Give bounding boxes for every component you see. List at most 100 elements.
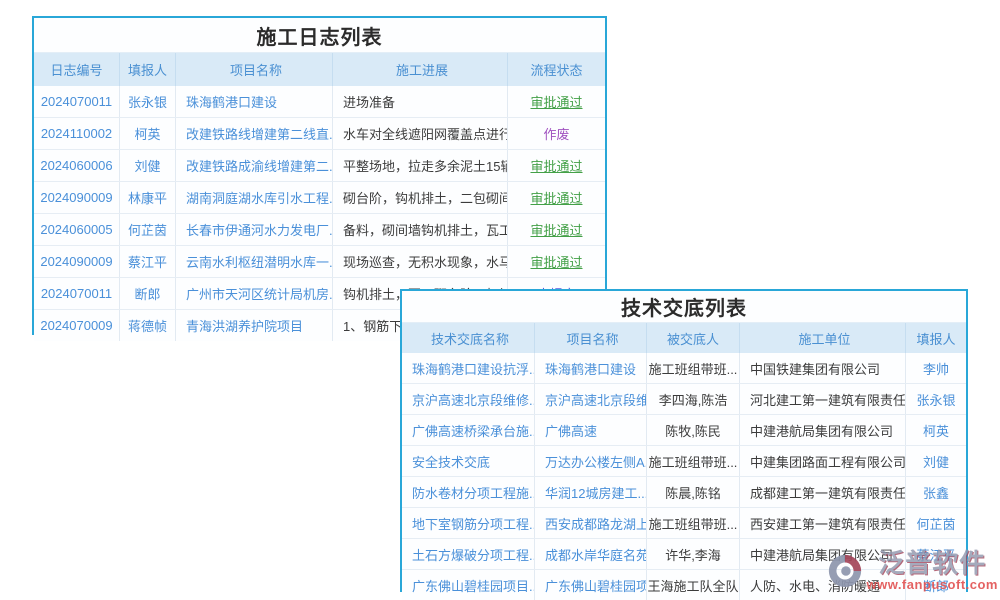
column-header: 施工单位 bbox=[739, 323, 905, 353]
technical-disclosure-card: 技术交底列表 技术交底名称项目名称被交底人施工单位填报人 珠海鹤港口建设抗浮..… bbox=[400, 289, 968, 592]
cell-link[interactable]: 断郎 bbox=[119, 278, 175, 309]
watermark-url-text: www.fanpusoft.com bbox=[866, 577, 998, 592]
column-header: 被交底人 bbox=[646, 323, 739, 353]
construction-log-card: 施工日志列表 日志编号填报人项目名称施工进展流程状态 2024070011张永银… bbox=[32, 16, 607, 335]
cell-text: 进场准备 bbox=[332, 86, 507, 117]
cell-link[interactable]: 改建铁路成渝线增建第二... bbox=[175, 150, 332, 181]
column-header: 填报人 bbox=[119, 53, 175, 86]
column-header: 项目名称 bbox=[534, 323, 646, 353]
cell-text: 中国铁建集团有限公司 bbox=[739, 353, 905, 383]
cell-link[interactable]: 安全技术交底 bbox=[402, 446, 534, 476]
cell-text: 备料，砌间墙钩机排土，瓦工... bbox=[332, 214, 507, 245]
cell-link[interactable]: 张永银 bbox=[119, 86, 175, 117]
cell-link[interactable]: 2024070011 bbox=[34, 86, 119, 117]
cell-link[interactable]: 青海洪湖养护院项目 bbox=[175, 310, 332, 341]
cell-link[interactable]: 何芷茵 bbox=[119, 214, 175, 245]
cell-link[interactable]: 云南水利枢纽潜明水库一... bbox=[175, 246, 332, 277]
cell-link[interactable]: 万达办公楼左侧A... bbox=[534, 446, 646, 476]
cell-link[interactable]: 京沪高速北京段维修... bbox=[402, 384, 534, 414]
cell-link[interactable]: 何芷茵 bbox=[905, 508, 966, 538]
cell-text: 陈牧,陈民 bbox=[646, 415, 739, 445]
cell-text: 施工班组带班... bbox=[646, 446, 739, 476]
cell-link[interactable]: 2024090009 bbox=[34, 246, 119, 277]
column-header: 技术交底名称 bbox=[402, 323, 534, 353]
cell-link[interactable]: 蔡江平 bbox=[119, 246, 175, 277]
cell-link[interactable]: 珠海鹤港口建设抗浮... bbox=[402, 353, 534, 383]
cell-link[interactable]: 长春市伊通河水力发电厂... bbox=[175, 214, 332, 245]
cell-link[interactable]: 2024060006 bbox=[34, 150, 119, 181]
table-row: 2024070011张永银珠海鹤港口建设进场准备审批通过 bbox=[34, 86, 605, 117]
status-cell[interactable]: 审批通过 bbox=[507, 150, 605, 181]
cell-text: 李四海,陈浩 bbox=[646, 384, 739, 414]
technical-disclosure-header-row: 技术交底名称项目名称被交底人施工单位填报人 bbox=[402, 323, 966, 353]
table-row: 防水卷材分项工程施...华润12城房建工...陈晨,陈铭成都建工第一建筑有限责任… bbox=[402, 476, 966, 507]
cell-text: 水车对全线遮阳网覆盖点进行... bbox=[332, 118, 507, 149]
cell-link[interactable]: 改建铁路线增建第二线直... bbox=[175, 118, 332, 149]
cell-text: 现场巡查，无积水现象，水马... bbox=[332, 246, 507, 277]
column-header: 填报人 bbox=[905, 323, 966, 353]
cell-link[interactable]: 珠海鹤港口建设 bbox=[175, 86, 332, 117]
cell-link[interactable]: 李帅 bbox=[905, 353, 966, 383]
status-cell[interactable]: 审批通过 bbox=[507, 246, 605, 277]
cell-link[interactable]: 珠海鹤港口建设 bbox=[534, 353, 646, 383]
cell-link[interactable]: 土石方爆破分项工程... bbox=[402, 539, 534, 569]
fanpu-watermark: 泛普软件 www.fanpusoft.com bbox=[826, 550, 998, 592]
status-cell[interactable]: 审批通过 bbox=[507, 182, 605, 213]
cell-link[interactable]: 防水卷材分项工程施... bbox=[402, 477, 534, 507]
cell-link[interactable]: 2024070011 bbox=[34, 278, 119, 309]
status-cell[interactable]: 审批通过 bbox=[507, 86, 605, 117]
column-header: 日志编号 bbox=[34, 53, 119, 86]
cell-link[interactable]: 华润12城房建工... bbox=[534, 477, 646, 507]
watermark-brand-text: 泛普软件 bbox=[878, 550, 986, 576]
cell-text: 中建港航局集团有限公司 bbox=[739, 415, 905, 445]
cell-text: 西安建工第一建筑有限责任公司 bbox=[739, 508, 905, 538]
cell-text: 中建集团路面工程有限公司 bbox=[739, 446, 905, 476]
table-row: 珠海鹤港口建设抗浮...珠海鹤港口建设施工班组带班...中国铁建集团有限公司李帅 bbox=[402, 353, 966, 383]
column-header: 流程状态 bbox=[507, 53, 605, 86]
cell-text: 砌台阶，钩机排土，二包砌间... bbox=[332, 182, 507, 213]
column-header: 项目名称 bbox=[175, 53, 332, 86]
technical-disclosure-title: 技术交底列表 bbox=[402, 291, 966, 323]
cell-link[interactable]: 广州市天河区统计局机房... bbox=[175, 278, 332, 309]
cell-text: 平整场地，拉走多余泥土15辆... bbox=[332, 150, 507, 181]
cell-link[interactable]: 蒋德帧 bbox=[119, 310, 175, 341]
table-row: 2024060005何芷茵长春市伊通河水力发电厂...备料，砌间墙钩机排土，瓦工… bbox=[34, 213, 605, 245]
table-row: 2024060006刘健改建铁路成渝线增建第二...平整场地，拉走多余泥土15辆… bbox=[34, 149, 605, 181]
table-row: 2024110002柯英改建铁路线增建第二线直...水车对全线遮阳网覆盖点进行.… bbox=[34, 117, 605, 149]
cell-link[interactable]: 2024110002 bbox=[34, 118, 119, 149]
column-header: 施工进展 bbox=[332, 53, 507, 86]
status-cell[interactable]: 作废 bbox=[507, 118, 605, 149]
cell-link[interactable]: 湖南洞庭湖水库引水工程... bbox=[175, 182, 332, 213]
cell-link[interactable]: 地下室钢筋分项工程... bbox=[402, 508, 534, 538]
cell-link[interactable]: 刘健 bbox=[905, 446, 966, 476]
cell-text: 王海施工队全队 bbox=[646, 570, 739, 600]
cell-link[interactable]: 2024070009 bbox=[34, 310, 119, 341]
cell-link[interactable]: 广东佛山碧桂园项目 bbox=[534, 570, 646, 600]
cell-link[interactable]: 柯英 bbox=[119, 118, 175, 149]
table-row: 安全技术交底万达办公楼左侧A...施工班组带班...中建集团路面工程有限公司刘健 bbox=[402, 445, 966, 476]
cell-link[interactable]: 广东佛山碧桂园项目... bbox=[402, 570, 534, 600]
cell-text: 陈晨,陈铭 bbox=[646, 477, 739, 507]
cell-link[interactable]: 广佛高速 bbox=[534, 415, 646, 445]
cell-link[interactable]: 张永银 bbox=[905, 384, 966, 414]
cell-link[interactable]: 张鑫 bbox=[905, 477, 966, 507]
cell-text: 河北建工第一建筑有限责任公司 bbox=[739, 384, 905, 414]
cell-text: 施工班组带班... bbox=[646, 508, 739, 538]
table-row: 广佛高速桥梁承台施...广佛高速陈牧,陈民中建港航局集团有限公司柯英 bbox=[402, 414, 966, 445]
fanpu-logo-icon bbox=[826, 552, 864, 590]
cell-link[interactable]: 刘健 bbox=[119, 150, 175, 181]
cell-link[interactable]: 广佛高速桥梁承台施... bbox=[402, 415, 534, 445]
cell-text: 许华,李海 bbox=[646, 539, 739, 569]
construction-log-title: 施工日志列表 bbox=[34, 18, 605, 53]
cell-link[interactable]: 柯英 bbox=[905, 415, 966, 445]
table-row: 京沪高速北京段维修...京沪高速北京段维修李四海,陈浩河北建工第一建筑有限责任公… bbox=[402, 383, 966, 414]
cell-link[interactable]: 2024090009 bbox=[34, 182, 119, 213]
cell-link[interactable]: 京沪高速北京段维修 bbox=[534, 384, 646, 414]
cell-link[interactable]: 成都水岸华庭名苑... bbox=[534, 539, 646, 569]
cell-link[interactable]: 林康平 bbox=[119, 182, 175, 213]
table-row: 地下室钢筋分项工程...西安成都路龙湖上...施工班组带班...西安建工第一建筑… bbox=[402, 507, 966, 538]
cell-text: 施工班组带班... bbox=[646, 353, 739, 383]
status-cell[interactable]: 审批通过 bbox=[507, 214, 605, 245]
cell-link[interactable]: 2024060005 bbox=[34, 214, 119, 245]
cell-link[interactable]: 西安成都路龙湖上... bbox=[534, 508, 646, 538]
